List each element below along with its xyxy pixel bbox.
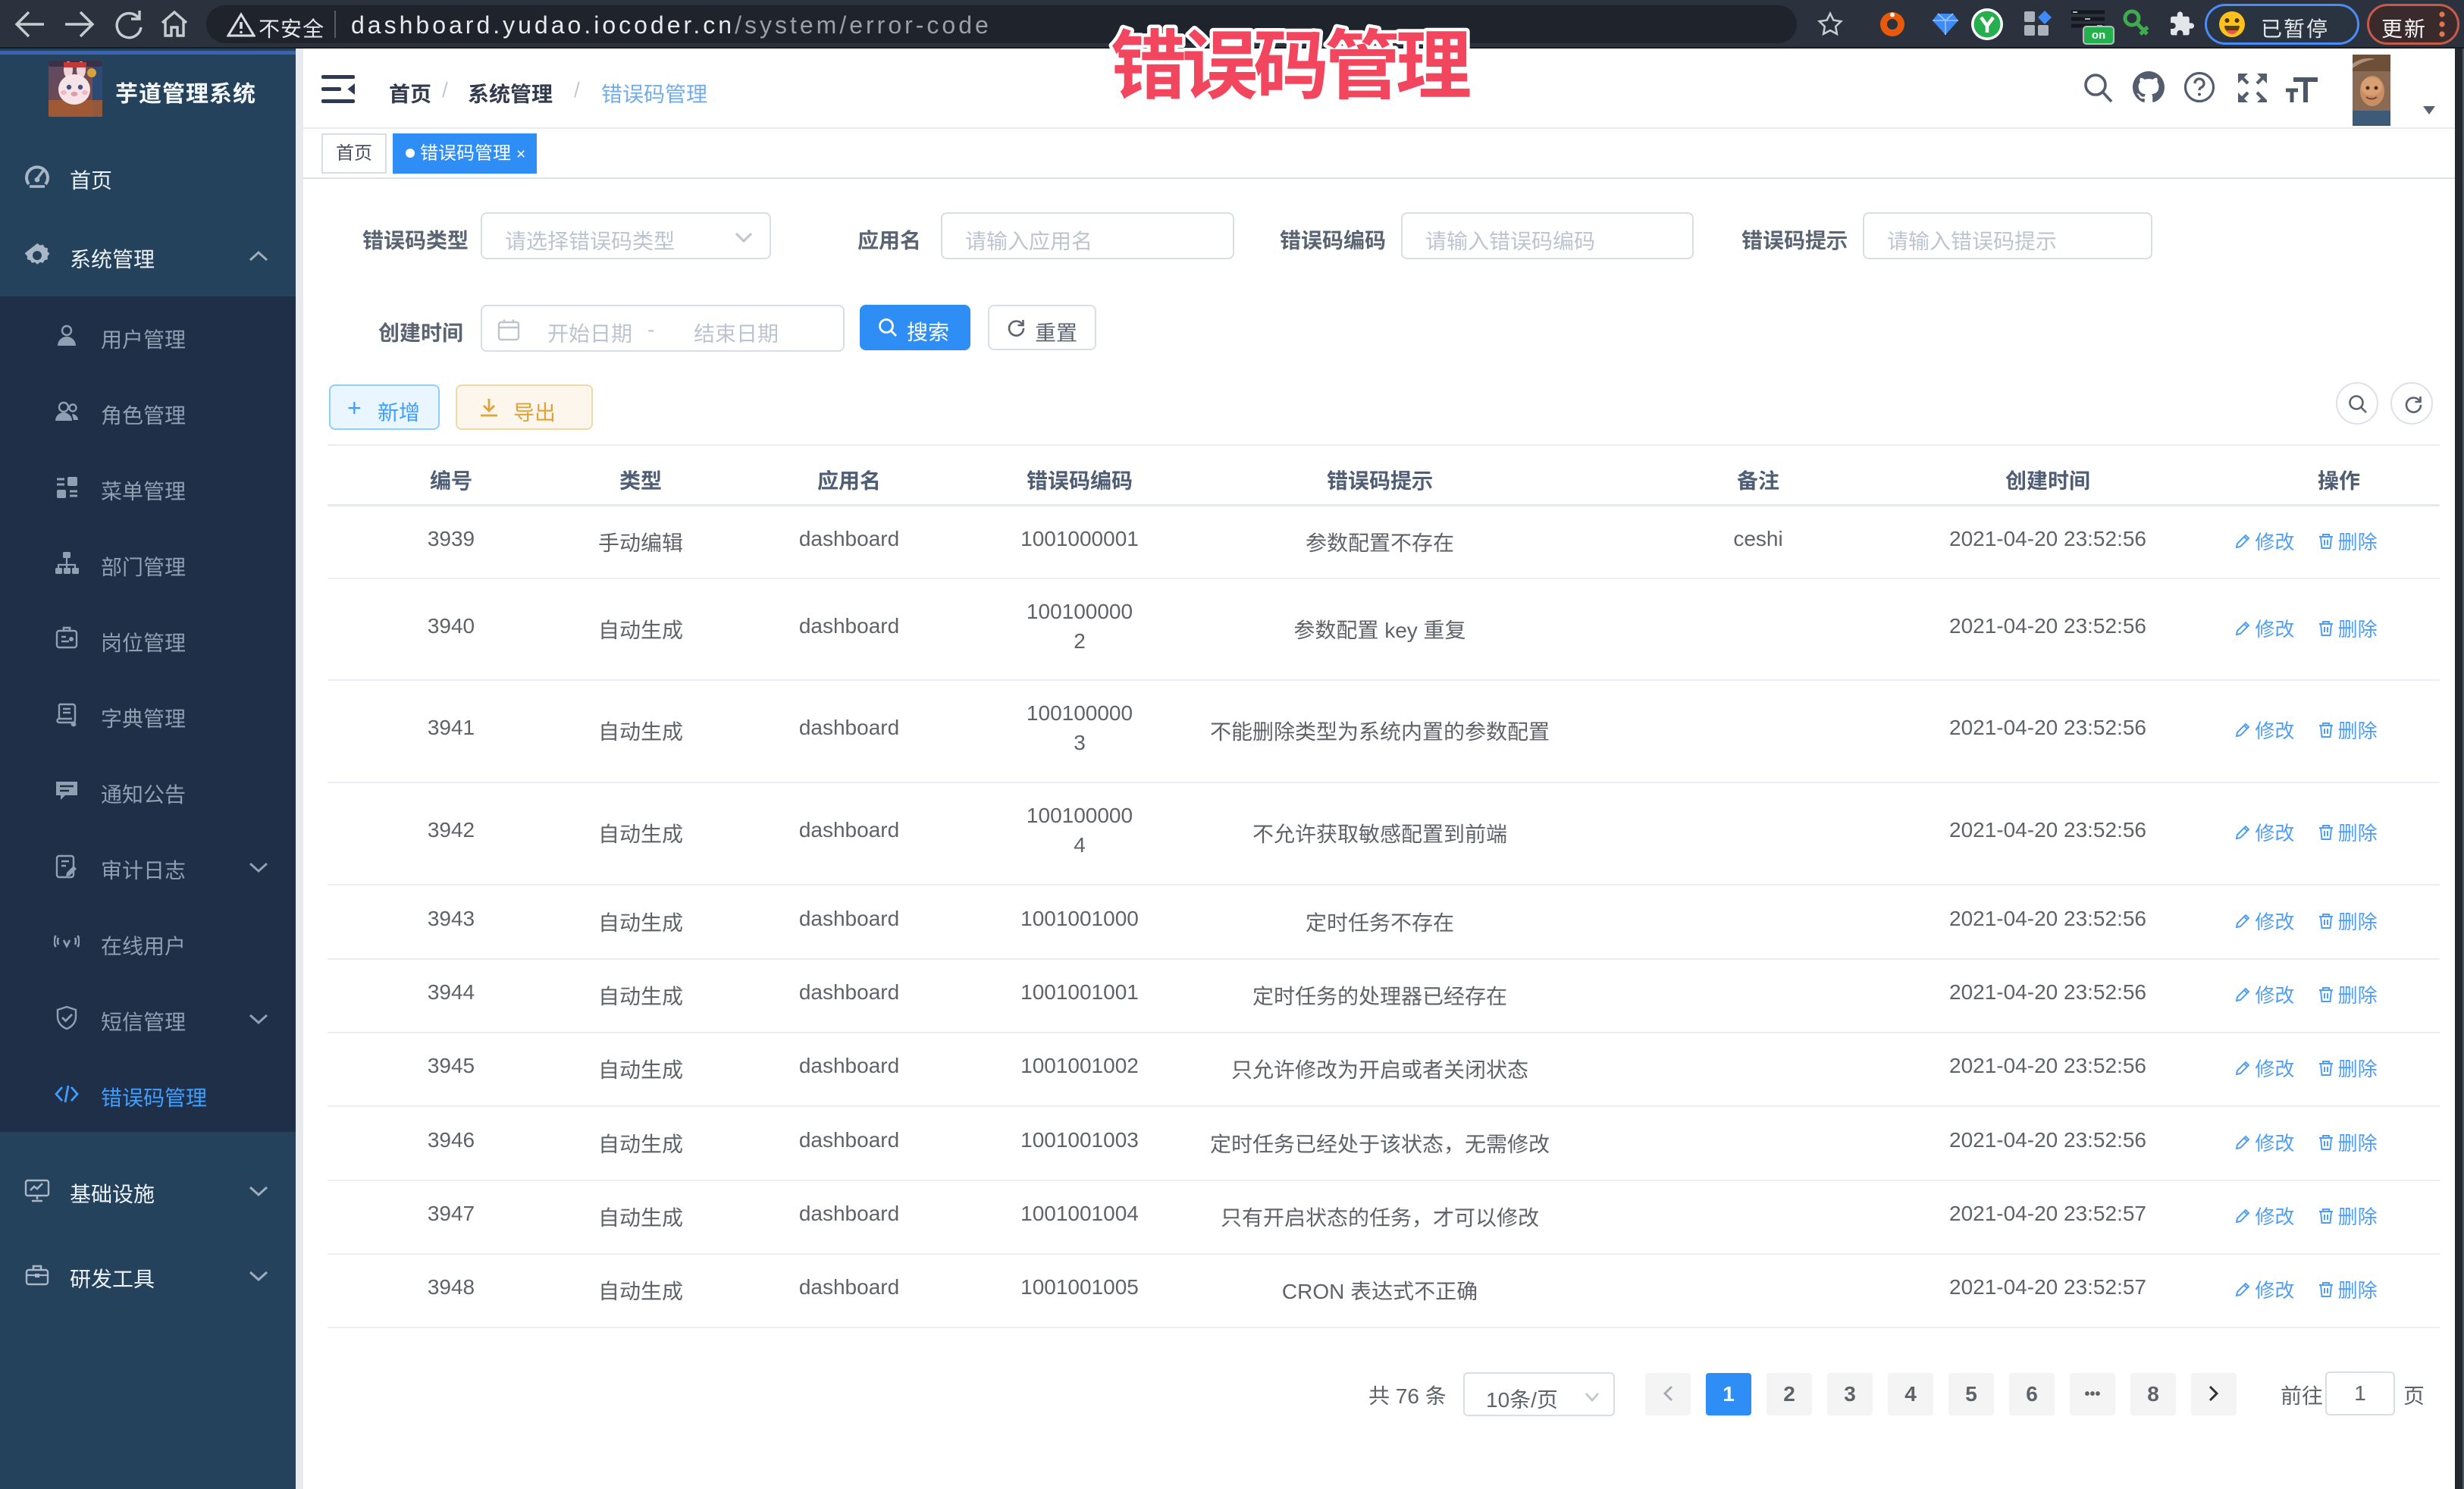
svg-text:错误码管理: 错误码管理 [1111,5,1470,114]
